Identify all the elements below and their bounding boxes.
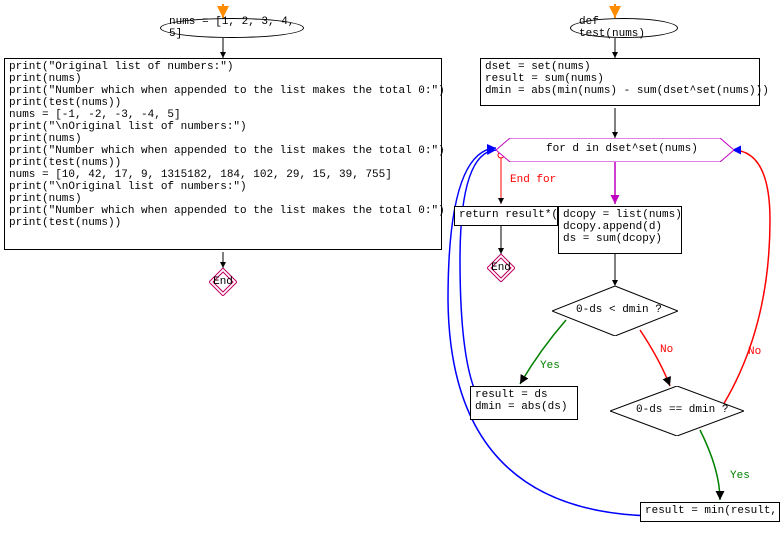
cond2-text: 0-ds == dmin ?	[636, 404, 728, 416]
cond1-no: No	[660, 344, 673, 356]
setresult-block: result = ds dmin = abs(ds)	[470, 386, 578, 420]
diamond-cond2: 0-ds == dmin ?	[610, 386, 744, 436]
init-text: dset = set(nums) result = sum(nums) dmin…	[485, 61, 769, 97]
left-body-block: print("Original list of numbers:") print…	[4, 58, 442, 250]
cond1-text: 0-ds < dmin ?	[576, 304, 662, 316]
setresult-text: result = ds dmin = abs(ds)	[475, 389, 567, 413]
diamond-cond1: 0-ds < dmin ?	[552, 286, 678, 336]
endfor-label: End for	[510, 174, 556, 186]
end-diamond-right: End	[487, 254, 515, 282]
func-ellipse: def test(nums)	[570, 18, 678, 38]
start-text-left: nums = [1, 2, 3, 4, 5]	[169, 16, 295, 40]
copy-block: dcopy = list(nums) dcopy.append(d) ds = …	[558, 206, 682, 254]
cond2-yes: Yes	[730, 470, 750, 482]
minresult-text: result = min(result, ds)	[645, 505, 783, 517]
func-text: def test(nums)	[579, 16, 669, 40]
return-block: return result*(-1)	[454, 206, 558, 226]
start-ellipse-left: nums = [1, 2, 3, 4, 5]	[160, 18, 304, 38]
end-text-right: End	[491, 262, 511, 274]
minresult-block: result = min(result, ds)	[640, 502, 780, 522]
end-text-left: End	[213, 276, 233, 288]
loop-hexagon: for d in dset^set(nums)	[496, 138, 734, 162]
copy-text: dcopy = list(nums) dcopy.append(d) ds = …	[563, 209, 682, 245]
loop-text: for d in dset^set(nums)	[546, 143, 698, 155]
end-diamond-left: End	[209, 268, 237, 296]
left-body-text: print("Original list of numbers:") print…	[9, 61, 445, 229]
cond2-no: No	[748, 346, 761, 358]
cond1-yes: Yes	[540, 360, 560, 372]
init-block: dset = set(nums) result = sum(nums) dmin…	[480, 58, 760, 106]
